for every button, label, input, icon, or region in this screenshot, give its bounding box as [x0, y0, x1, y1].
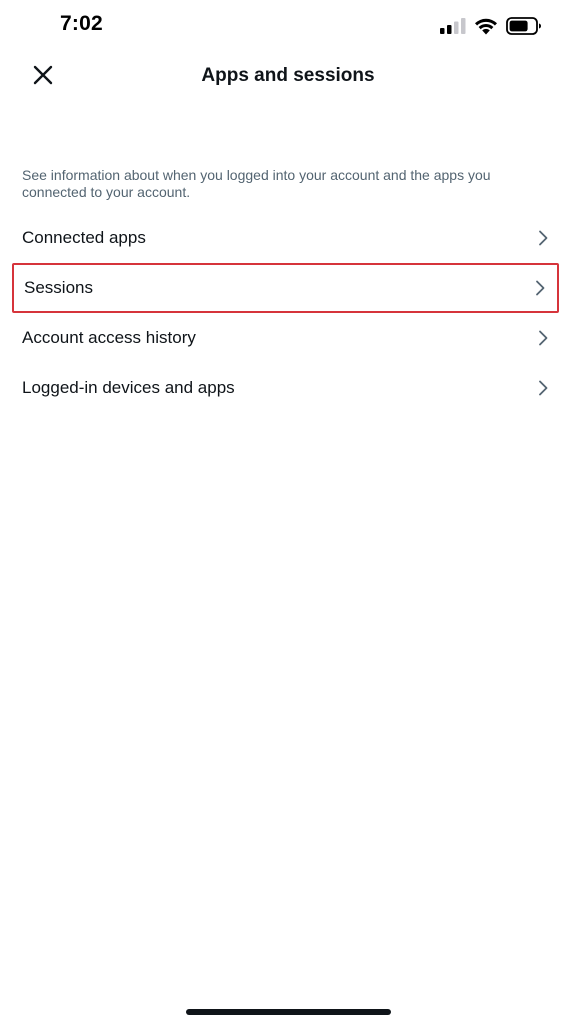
status-time: 7:02 [60, 12, 103, 35]
menu-item-connected-apps[interactable]: Connected apps [0, 213, 576, 263]
chevron-right-icon [536, 330, 550, 346]
menu-item-label: Account access history [22, 328, 196, 347]
menu-item-account-access-history[interactable]: Account access history [0, 313, 576, 363]
apps-and-sessions-screen: 7:02 Apps and sessions See information a… [0, 0, 576, 1024]
header: Apps and sessions [0, 52, 576, 102]
chevron-right-icon [536, 380, 550, 396]
chevron-right-icon [536, 230, 550, 246]
cellular-signal-icon [440, 18, 466, 34]
chevron-right-icon [533, 280, 547, 296]
wifi-icon [474, 17, 498, 35]
menu-item-logged-in-devices[interactable]: Logged-in devices and apps [0, 363, 576, 413]
status-bar: 7:02 [0, 0, 576, 52]
menu-list: Connected apps Sessions Account access h… [0, 213, 576, 413]
page-title: Apps and sessions [201, 65, 375, 86]
home-indicator[interactable] [186, 1009, 391, 1015]
description-text: See information about when you logged in… [22, 167, 491, 200]
menu-item-label: Connected apps [22, 228, 146, 247]
menu-item-sessions[interactable]: Sessions [12, 263, 559, 313]
status-icons [440, 15, 542, 37]
menu-item-label: Logged-in devices and apps [22, 378, 235, 397]
battery-icon [506, 17, 542, 35]
menu-item-label: Sessions [24, 278, 93, 297]
